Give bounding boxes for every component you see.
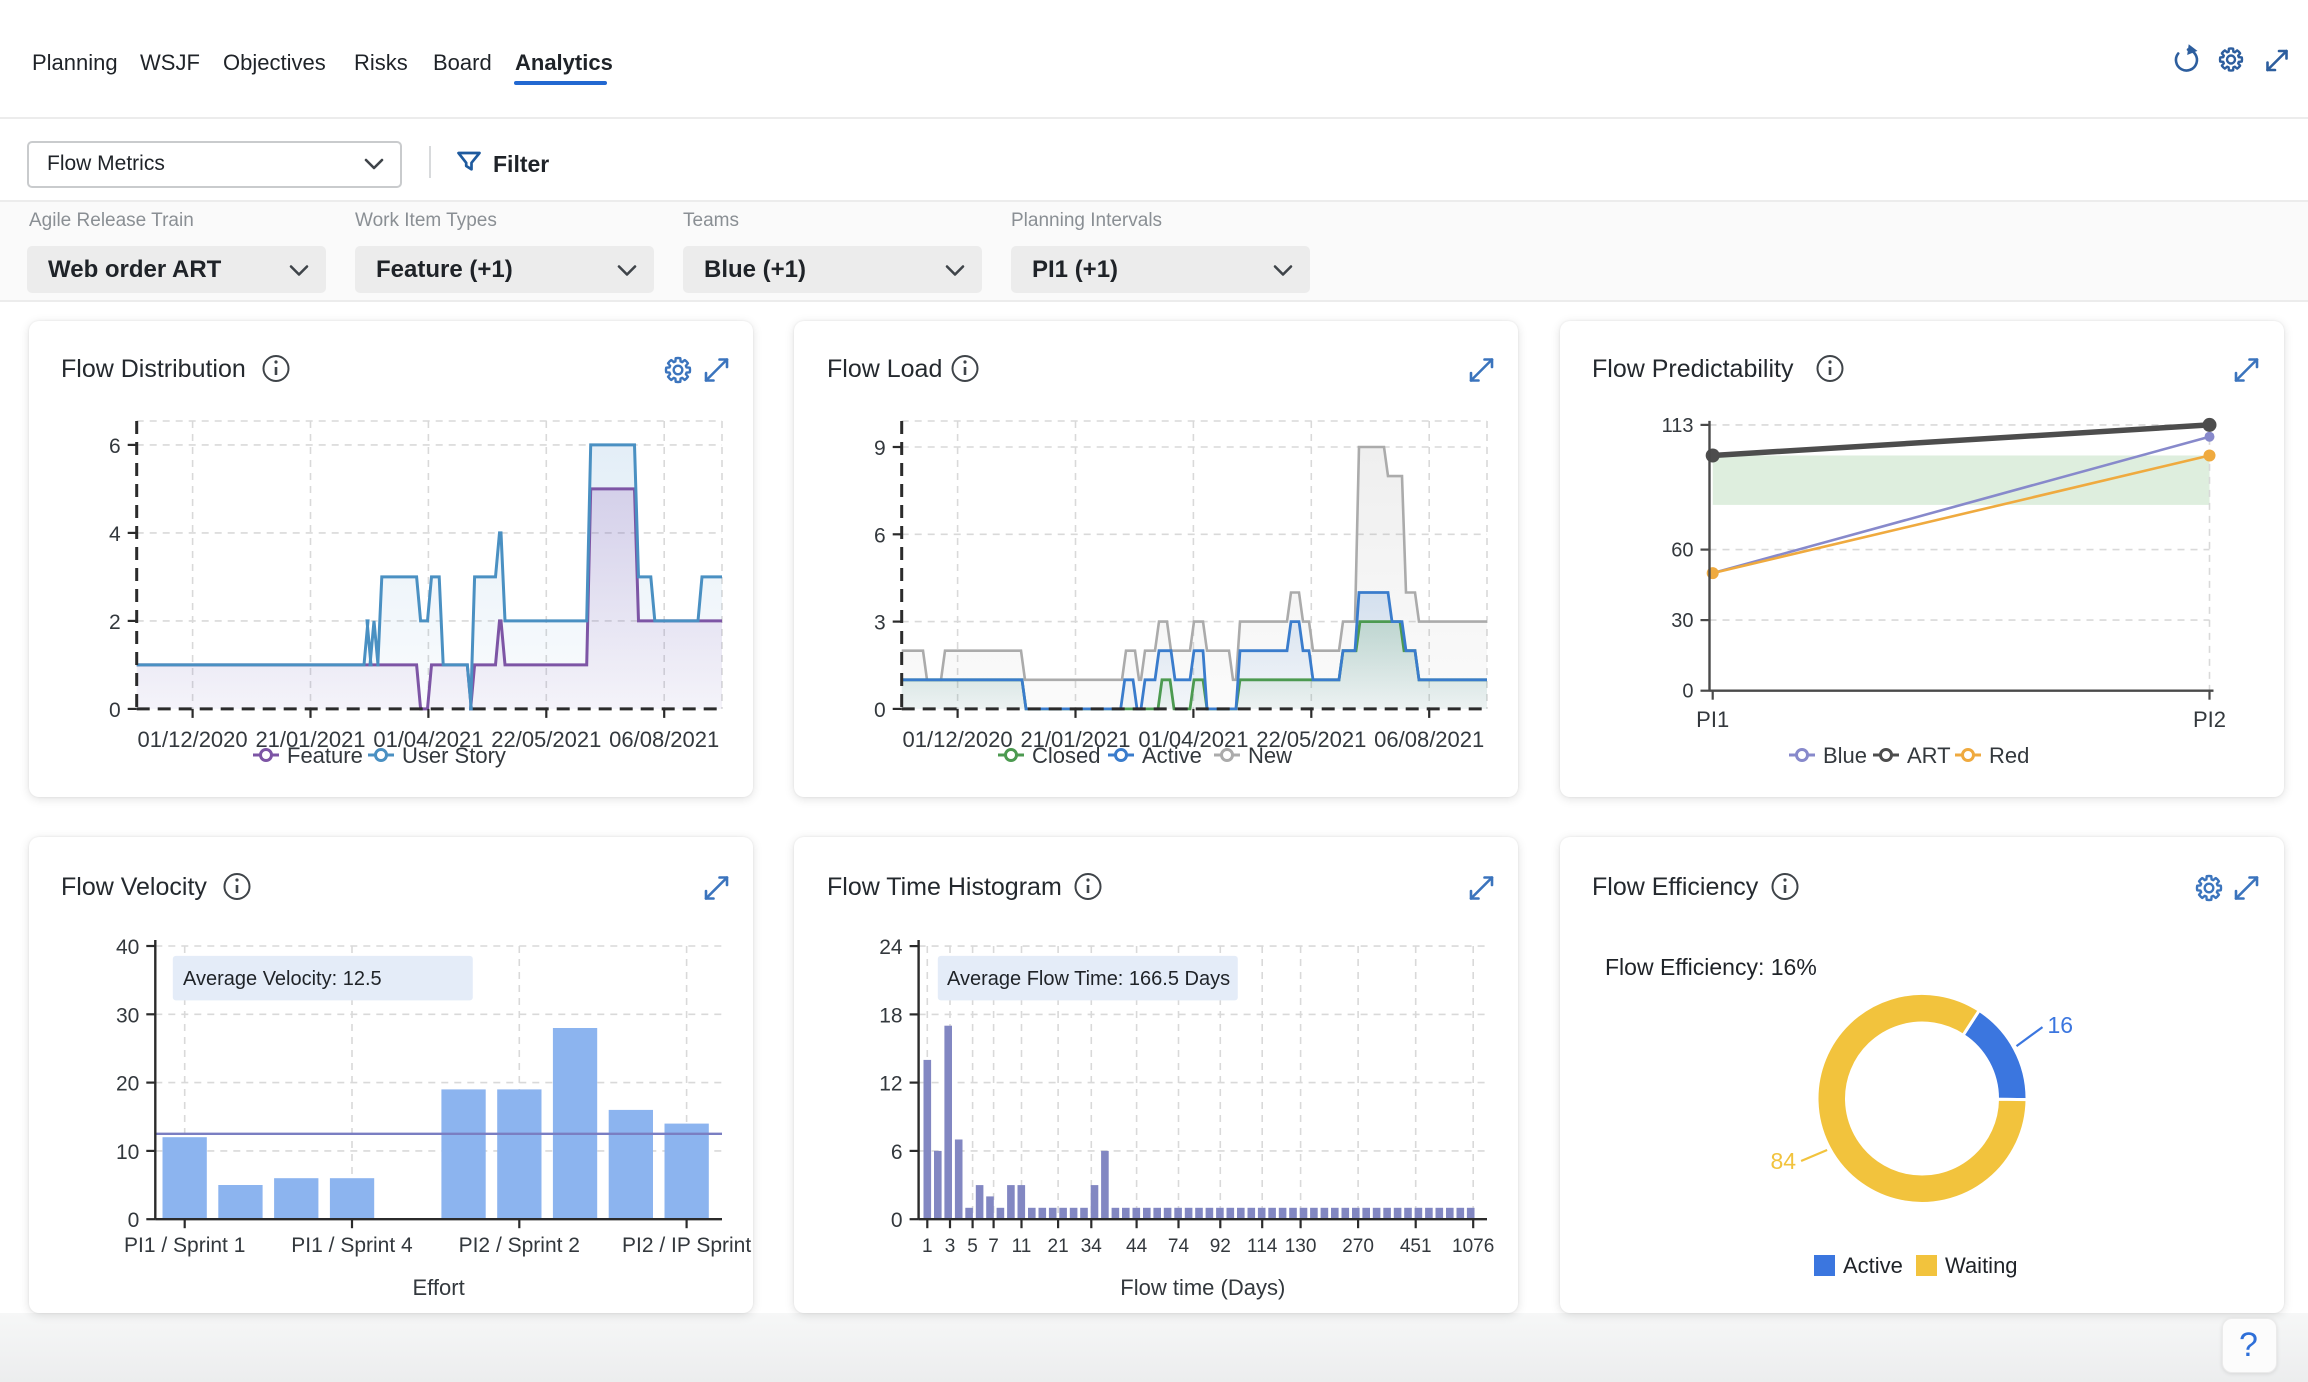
svg-text:PI2 / Sprint 2: PI2 / Sprint 2 — [459, 1234, 580, 1257]
svg-text:4: 4 — [109, 523, 121, 546]
svg-text:60: 60 — [1671, 540, 1693, 562]
svg-text:0: 0 — [128, 1209, 140, 1232]
svg-text:PI1: PI1 — [1696, 707, 1729, 732]
svg-text:2: 2 — [109, 611, 121, 634]
svg-text:7: 7 — [988, 1236, 999, 1257]
svg-text:Average Flow Time: 166.5 Days: Average Flow Time: 166.5 Days — [947, 968, 1230, 990]
svg-text:Closed: Closed — [1032, 743, 1100, 768]
svg-text:Average Velocity: 12.5: Average Velocity: 12.5 — [183, 968, 382, 990]
svg-text:ART: ART — [1907, 743, 1951, 768]
svg-text:24: 24 — [879, 936, 903, 959]
svg-text:84: 84 — [1771, 1148, 1797, 1174]
svg-text:30: 30 — [1671, 610, 1693, 632]
svg-text:44: 44 — [1126, 1236, 1148, 1257]
svg-text:130: 130 — [1285, 1236, 1317, 1257]
svg-text:451: 451 — [1400, 1236, 1432, 1257]
svg-text:Flow Velocity: Flow Velocity — [61, 873, 207, 901]
svg-text:18: 18 — [879, 1004, 902, 1027]
svg-text:21: 21 — [1048, 1236, 1069, 1257]
svg-text:6: 6 — [109, 435, 121, 458]
svg-text:Flow Load: Flow Load — [827, 355, 942, 383]
svg-text:New: New — [1248, 743, 1292, 768]
svg-text:114: 114 — [1247, 1236, 1278, 1257]
svg-text:5: 5 — [967, 1236, 978, 1257]
svg-text:Red: Red — [1989, 743, 2029, 768]
svg-text:PI1 / Sprint 1: PI1 / Sprint 1 — [124, 1234, 245, 1257]
svg-text:22/05/2021: 22/05/2021 — [491, 727, 601, 752]
svg-text:Flow time (Days): Flow time (Days) — [1120, 1275, 1285, 1300]
svg-text:16: 16 — [2048, 1012, 2074, 1038]
svg-text:270: 270 — [1342, 1236, 1374, 1257]
svg-text:3: 3 — [945, 1236, 956, 1257]
svg-text:1: 1 — [922, 1236, 933, 1257]
svg-text:74: 74 — [1168, 1236, 1190, 1257]
svg-text:113: 113 — [1662, 415, 1694, 437]
svg-text:0: 0 — [874, 699, 886, 722]
svg-text:01/12/2020: 01/12/2020 — [903, 727, 1013, 752]
svg-text:0: 0 — [891, 1209, 903, 1232]
svg-text:Flow Predictability: Flow Predictability — [1592, 355, 1794, 383]
svg-text:1076: 1076 — [1452, 1236, 1494, 1257]
svg-text:9: 9 — [874, 437, 886, 460]
svg-text:3: 3 — [874, 612, 886, 635]
svg-text:PI2 / IP Sprint: PI2 / IP Sprint — [622, 1234, 751, 1257]
svg-text:User Story: User Story — [402, 743, 506, 768]
svg-text:40: 40 — [116, 936, 139, 959]
svg-text:Flow Efficiency: 16%: Flow Efficiency: 16% — [1605, 954, 1817, 980]
svg-text:30: 30 — [116, 1004, 139, 1027]
svg-text:Blue: Blue — [1823, 743, 1867, 768]
svg-text:0: 0 — [1682, 681, 1693, 703]
svg-text:10: 10 — [116, 1141, 139, 1164]
svg-text:06/08/2021: 06/08/2021 — [609, 727, 719, 752]
svg-text:Flow Time Histogram: Flow Time Histogram — [827, 873, 1062, 901]
svg-text:20: 20 — [116, 1073, 139, 1096]
svg-text:34: 34 — [1081, 1236, 1103, 1257]
svg-text:6: 6 — [874, 524, 886, 547]
svg-text:Waiting: Waiting — [1945, 1253, 2018, 1278]
svg-text:Active: Active — [1843, 1253, 1903, 1278]
svg-text:12: 12 — [879, 1073, 902, 1096]
svg-text:0: 0 — [109, 699, 121, 722]
svg-text:92: 92 — [1210, 1236, 1231, 1257]
svg-text:PI1 / Sprint 4: PI1 / Sprint 4 — [291, 1234, 413, 1257]
svg-text:Active: Active — [1142, 743, 1202, 768]
svg-text:Flow Efficiency: Flow Efficiency — [1592, 873, 1759, 901]
svg-text:Flow Distribution: Flow Distribution — [61, 355, 246, 383]
svg-text:PI2: PI2 — [2193, 707, 2226, 732]
svg-text:06/08/2021: 06/08/2021 — [1374, 727, 1484, 752]
svg-text:Feature: Feature — [287, 743, 363, 768]
svg-text:01/12/2020: 01/12/2020 — [138, 727, 248, 752]
svg-text:6: 6 — [891, 1141, 903, 1164]
svg-text:Effort: Effort — [413, 1275, 465, 1300]
svg-text:11: 11 — [1012, 1236, 1032, 1257]
